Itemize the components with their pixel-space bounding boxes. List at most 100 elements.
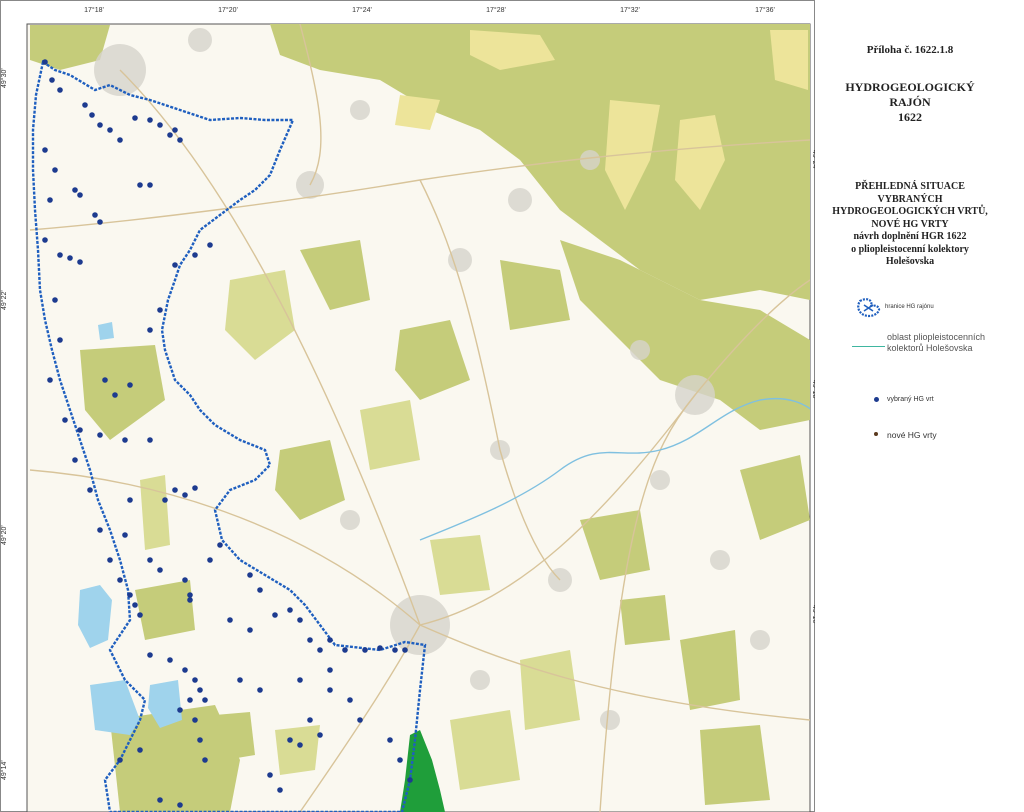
hg-well-point[interactable] bbox=[342, 647, 348, 653]
hg-well-point[interactable] bbox=[327, 687, 333, 693]
hg-well-point[interactable] bbox=[97, 219, 103, 225]
hg-well-point[interactable] bbox=[97, 527, 103, 533]
hg-well-point[interactable] bbox=[192, 252, 198, 258]
hg-well-point[interactable] bbox=[307, 637, 313, 643]
hg-well-point[interactable] bbox=[147, 182, 153, 188]
hg-well-point[interactable] bbox=[147, 117, 153, 123]
hg-well-point[interactable] bbox=[287, 737, 293, 743]
hg-well-point[interactable] bbox=[162, 497, 168, 503]
hg-well-point[interactable] bbox=[257, 687, 263, 693]
hg-well-point[interactable] bbox=[387, 737, 393, 743]
hg-well-point[interactable] bbox=[72, 457, 78, 463]
hg-well-point[interactable] bbox=[197, 737, 203, 743]
hg-well-point[interactable] bbox=[167, 132, 173, 138]
hg-well-point[interactable] bbox=[122, 437, 128, 443]
hg-well-point[interactable] bbox=[172, 487, 178, 493]
hg-well-point[interactable] bbox=[122, 532, 128, 538]
hg-well-point[interactable] bbox=[107, 127, 113, 133]
hg-well-point[interactable] bbox=[277, 787, 283, 793]
hg-well-point[interactable] bbox=[137, 612, 143, 618]
hg-well-point[interactable] bbox=[57, 252, 63, 258]
hg-well-point[interactable] bbox=[402, 647, 408, 653]
hg-well-point[interactable] bbox=[132, 115, 138, 121]
hg-well-point[interactable] bbox=[377, 645, 383, 651]
hg-well-point[interactable] bbox=[307, 717, 313, 723]
hg-well-point[interactable] bbox=[172, 262, 178, 268]
hg-well-point[interactable] bbox=[247, 572, 253, 578]
hg-well-point[interactable] bbox=[357, 717, 363, 723]
hg-well-point[interactable] bbox=[347, 697, 353, 703]
hg-well-point[interactable] bbox=[297, 677, 303, 683]
hg-well-point[interactable] bbox=[147, 437, 153, 443]
hg-well-point[interactable] bbox=[227, 617, 233, 623]
hg-well-point[interactable] bbox=[177, 137, 183, 143]
hg-well-point[interactable] bbox=[182, 667, 188, 673]
hg-well-point[interactable] bbox=[57, 337, 63, 343]
hg-well-point[interactable] bbox=[177, 802, 183, 808]
hg-well-point[interactable] bbox=[362, 647, 368, 653]
hg-well-point[interactable] bbox=[42, 237, 48, 243]
hg-well-point[interactable] bbox=[317, 732, 323, 738]
hg-well-point[interactable] bbox=[157, 307, 163, 313]
hg-well-point[interactable] bbox=[52, 167, 58, 173]
map-canvas[interactable] bbox=[0, 0, 815, 812]
hg-well-point[interactable] bbox=[97, 432, 103, 438]
hg-well-point[interactable] bbox=[202, 757, 208, 763]
hg-well-point[interactable] bbox=[187, 697, 193, 703]
hg-well-point[interactable] bbox=[132, 602, 138, 608]
hg-well-point[interactable] bbox=[137, 747, 143, 753]
hg-well-point[interactable] bbox=[82, 102, 88, 108]
hg-well-point[interactable] bbox=[287, 607, 293, 613]
hg-well-point[interactable] bbox=[57, 87, 63, 93]
hg-well-point[interactable] bbox=[127, 497, 133, 503]
hg-well-point[interactable] bbox=[137, 182, 143, 188]
hg-well-point[interactable] bbox=[147, 327, 153, 333]
hg-well-point[interactable] bbox=[177, 707, 183, 713]
hg-well-point[interactable] bbox=[317, 647, 323, 653]
hg-well-point[interactable] bbox=[202, 697, 208, 703]
hg-well-point[interactable] bbox=[182, 577, 188, 583]
hg-well-point[interactable] bbox=[327, 667, 333, 673]
map-panel[interactable] bbox=[0, 0, 815, 812]
hg-well-point[interactable] bbox=[257, 587, 263, 593]
hg-well-point[interactable] bbox=[187, 597, 193, 603]
hg-well-point[interactable] bbox=[117, 577, 123, 583]
hg-well-point[interactable] bbox=[237, 677, 243, 683]
hg-well-point[interactable] bbox=[192, 677, 198, 683]
hg-well-point[interactable] bbox=[157, 797, 163, 803]
hg-well-point[interactable] bbox=[172, 127, 178, 133]
hg-well-point[interactable] bbox=[297, 617, 303, 623]
hg-well-point[interactable] bbox=[49, 77, 55, 83]
hg-well-point[interactable] bbox=[107, 557, 113, 563]
hg-well-point[interactable] bbox=[267, 772, 273, 778]
hg-well-point[interactable] bbox=[127, 382, 133, 388]
hg-well-point[interactable] bbox=[77, 192, 83, 198]
hg-well-point[interactable] bbox=[77, 427, 83, 433]
hg-well-point[interactable] bbox=[67, 255, 73, 261]
hg-well-point[interactable] bbox=[127, 592, 133, 598]
hg-well-point[interactable] bbox=[52, 297, 58, 303]
hg-well-point[interactable] bbox=[197, 687, 203, 693]
hg-well-point[interactable] bbox=[207, 242, 213, 248]
hg-well-point[interactable] bbox=[147, 557, 153, 563]
hg-well-point[interactable] bbox=[392, 647, 398, 653]
hg-well-point[interactable] bbox=[47, 377, 53, 383]
hg-well-point[interactable] bbox=[327, 637, 333, 643]
hg-well-point[interactable] bbox=[112, 392, 118, 398]
hg-well-point[interactable] bbox=[92, 212, 98, 218]
hg-well-point[interactable] bbox=[157, 567, 163, 573]
hg-well-point[interactable] bbox=[89, 112, 95, 118]
hg-well-point[interactable] bbox=[157, 122, 163, 128]
hg-well-point[interactable] bbox=[87, 487, 93, 493]
hg-well-point[interactable] bbox=[182, 492, 188, 498]
hg-well-point[interactable] bbox=[192, 717, 198, 723]
hg-well-point[interactable] bbox=[42, 59, 48, 65]
hg-well-point[interactable] bbox=[167, 657, 173, 663]
hg-well-point[interactable] bbox=[62, 417, 68, 423]
hg-well-point[interactable] bbox=[297, 742, 303, 748]
hg-well-point[interactable] bbox=[407, 777, 413, 783]
hg-well-point[interactable] bbox=[97, 122, 103, 128]
hg-well-point[interactable] bbox=[247, 627, 253, 633]
hg-well-point[interactable] bbox=[77, 259, 83, 265]
hg-well-point[interactable] bbox=[272, 612, 278, 618]
